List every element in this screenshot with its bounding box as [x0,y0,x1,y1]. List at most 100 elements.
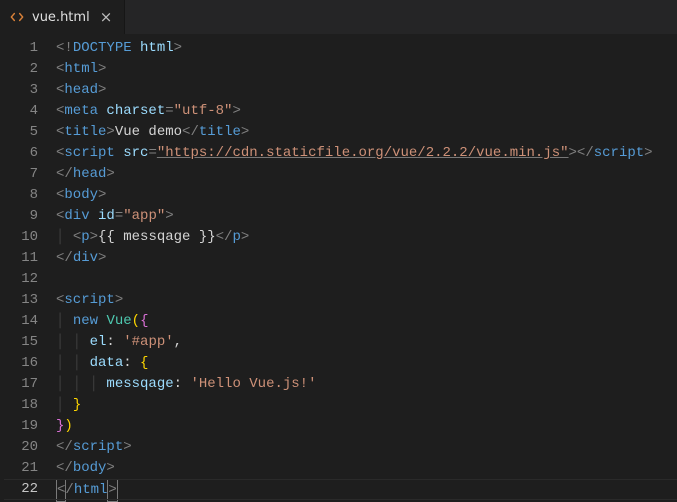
token: div [73,250,98,266]
token: > [165,208,173,224]
code-line[interactable]: <script> [56,290,653,311]
token: id [98,208,115,224]
code-line[interactable]: <!DOCTYPE html> [56,38,653,59]
token: │ │ │ [56,376,106,392]
token: </ [56,250,73,266]
line-number: 13 [0,290,38,311]
line-number: 9 [0,206,38,227]
token: │ │ [56,334,90,350]
line-number: 2 [0,59,38,80]
token: html [140,40,174,56]
code-line[interactable]: </div> [56,248,653,269]
token: el [90,334,107,350]
token: } [73,397,81,413]
token: title [64,124,106,140]
code-line[interactable] [56,269,653,290]
token: </ [56,460,73,476]
token: < [73,229,81,245]
code-line[interactable]: │ │ el: '#app', [56,332,653,353]
code-line[interactable]: │ } [56,395,653,416]
token: script [64,145,114,161]
token: messqage [106,376,173,392]
code-line[interactable]: <div id="app"> [56,206,653,227]
token: │ [56,229,73,245]
line-number: 3 [0,80,38,101]
token: / [65,482,73,498]
token: DOCTYPE [73,40,132,56]
token: > [115,292,123,308]
code-line[interactable]: │ │ │ messqage: 'Hello Vue.js!' [56,374,653,395]
token: Vue [106,313,131,329]
code-line[interactable]: </html> [56,479,653,500]
token: script [64,292,114,308]
token: : [123,355,140,371]
token: , [174,334,182,350]
token: │ [56,397,73,413]
token: > [644,145,652,161]
token: head [64,82,98,98]
code-line[interactable]: │ │ data: { [56,353,653,374]
code-line[interactable]: <script src="https://cdn.staticfile.org/… [56,143,653,164]
token: > [98,82,106,98]
code-line[interactable]: </script> [56,437,653,458]
code-line[interactable]: │ new Vue({ [56,311,653,332]
code-line[interactable]: <head> [56,80,653,101]
token: data [90,355,124,371]
token: > [107,479,117,502]
token: > [106,124,114,140]
line-number: 17 [0,374,38,395]
editor[interactable]: 12345678910111213141516171819202122 <!DO… [0,34,677,500]
token: = [148,145,156,161]
code-line[interactable]: <title>Vue demo</title> [56,122,653,143]
line-number: 5 [0,122,38,143]
line-number: 10 [0,227,38,248]
line-number: 18 [0,395,38,416]
code-line[interactable]: <html> [56,59,653,80]
token: '#app' [123,334,173,350]
token: script [73,439,123,455]
token: │ [56,313,73,329]
token: head [73,166,107,182]
token: {{ messqage }} [98,229,216,245]
token: ></ [569,145,594,161]
token [90,208,98,224]
token: "utf-8" [174,103,233,119]
token: html [74,482,108,498]
code-line[interactable]: <meta charset="utf-8"> [56,101,653,122]
token: > [90,229,98,245]
token: p [81,229,89,245]
html-file-icon [10,10,24,24]
line-number: 8 [0,185,38,206]
code-line[interactable]: }) [56,416,653,437]
line-number: 21 [0,458,38,479]
token: src [123,145,148,161]
line-number: 11 [0,248,38,269]
line-number: 22 [0,479,38,500]
token: ) [64,418,72,434]
code-line[interactable]: │ <p>{{ messqage }}</p> [56,227,653,248]
token: charset [106,103,165,119]
token: > [98,250,106,266]
token: <! [56,40,73,56]
code-area[interactable]: <!DOCTYPE html><html><head><meta charset… [52,34,653,500]
tab-vue-html[interactable]: vue.html × [0,0,125,34]
token: > [98,187,106,203]
token: html [64,61,98,77]
code-line[interactable]: </body> [56,458,653,479]
token: : [174,376,191,392]
line-number: 7 [0,164,38,185]
close-icon[interactable]: × [98,8,115,27]
token: "https://cdn.staticfile.org/vue/2.2.2/vu… [157,145,569,161]
code-line[interactable]: </head> [56,164,653,185]
line-number: 6 [0,143,38,164]
tab-filename: vue.html [32,10,90,25]
line-number: 12 [0,269,38,290]
token [115,145,123,161]
token: > [241,124,249,140]
token: > [106,460,114,476]
line-number: 14 [0,311,38,332]
token: = [115,208,123,224]
token: > [106,166,114,182]
code-line[interactable]: <body> [56,185,653,206]
token: > [241,229,249,245]
